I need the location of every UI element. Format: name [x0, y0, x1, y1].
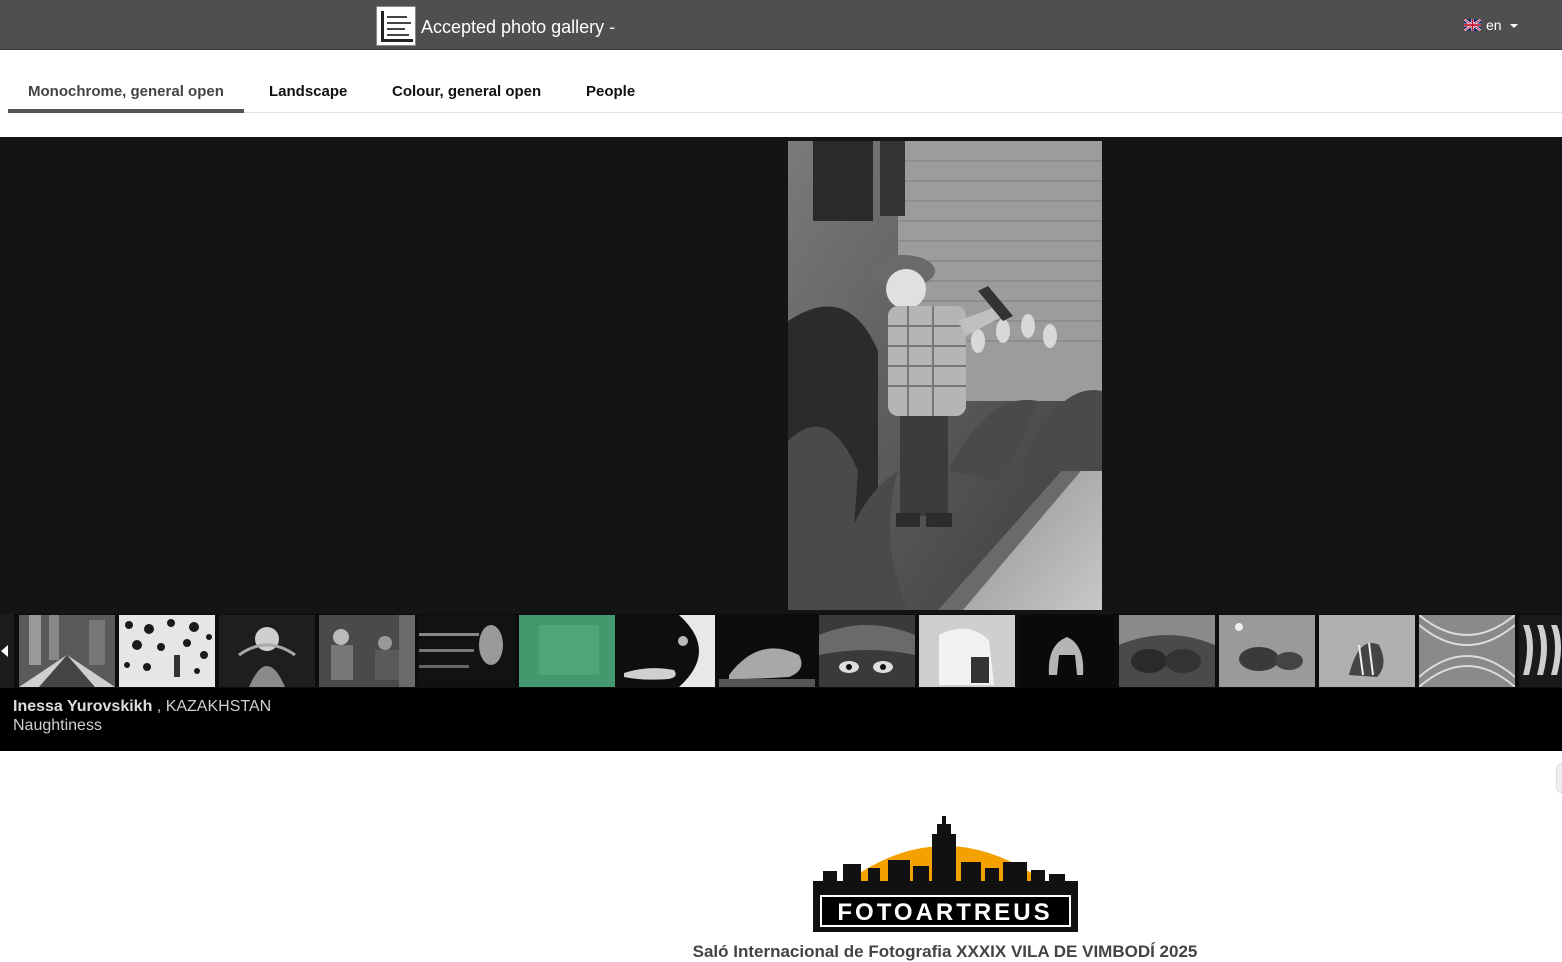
fotoartreus-logo: FOTOARTREUS — [813, 816, 1078, 932]
thumbnail-item[interactable] — [19, 615, 115, 687]
tab-people[interactable]: People — [566, 50, 655, 113]
thumbnail-item[interactable] — [119, 615, 215, 687]
photo-viewer — [0, 137, 1562, 614]
thumbnail-item[interactable] — [1519, 615, 1562, 687]
photo-author: Inessa Yurovskikh — [13, 698, 153, 715]
chevron-down-icon — [1509, 23, 1518, 28]
salon-title: Saló Internacional de Fotografia XXXIX V… — [692, 942, 1198, 961]
thumbnail-item[interactable] — [619, 615, 715, 687]
thumbnail-item[interactable] — [819, 615, 915, 687]
photo-country: , KAZAKHSTAN — [156, 698, 272, 715]
thumbnail-item[interactable] — [419, 615, 515, 687]
language-selector[interactable]: en — [1464, 17, 1518, 33]
thumbnail-item[interactable] — [1419, 615, 1515, 687]
page-title: Accepted photo gallery - — [421, 17, 616, 37]
photo-caption: Inessa Yurovskikh , KAZAKHSTAN Naughtine… — [0, 688, 1562, 751]
side-scroll-handle[interactable] — [1556, 763, 1562, 793]
thumbnail-item[interactable] — [1219, 615, 1315, 687]
thumbnail-item[interactable] — [219, 615, 315, 687]
tab-colour-general-open[interactable]: Colour, general open — [372, 50, 561, 113]
photo-club-logo-icon[interactable] — [376, 6, 416, 46]
thumbnail-item[interactable] — [1119, 615, 1215, 687]
boy-with-slingshot-photo[interactable] — [788, 141, 1102, 610]
caption-author-line: Inessa Yurovskikh , KAZAKHSTAN — [13, 698, 271, 716]
uk-flag-icon — [1464, 19, 1481, 31]
thumbnail-item[interactable] — [919, 615, 1015, 687]
category-tabs: Monochrome, general open Landscape Colou… — [8, 50, 1562, 113]
thumbnail-item[interactable] — [1319, 615, 1415, 687]
top-bar: Accepted photo gallery - en — [0, 0, 1562, 50]
thumbnail-filmstrip — [0, 614, 1562, 688]
scroll-left-arrow-icon[interactable] — [0, 614, 14, 688]
logo-wordmark: FOTOARTREUS — [837, 899, 1052, 926]
tab-monochrome-general-open[interactable]: Monochrome, general open — [8, 50, 244, 113]
thumbnail-item[interactable] — [1019, 615, 1115, 687]
language-label: en — [1486, 17, 1502, 33]
tab-landscape[interactable]: Landscape — [249, 50, 367, 113]
thumbnail-item-selected[interactable] — [519, 615, 615, 687]
thumbnail-item[interactable] — [319, 615, 415, 687]
thumbnail-item[interactable] — [719, 615, 815, 687]
photo-title: Naughtiness — [13, 717, 102, 734]
